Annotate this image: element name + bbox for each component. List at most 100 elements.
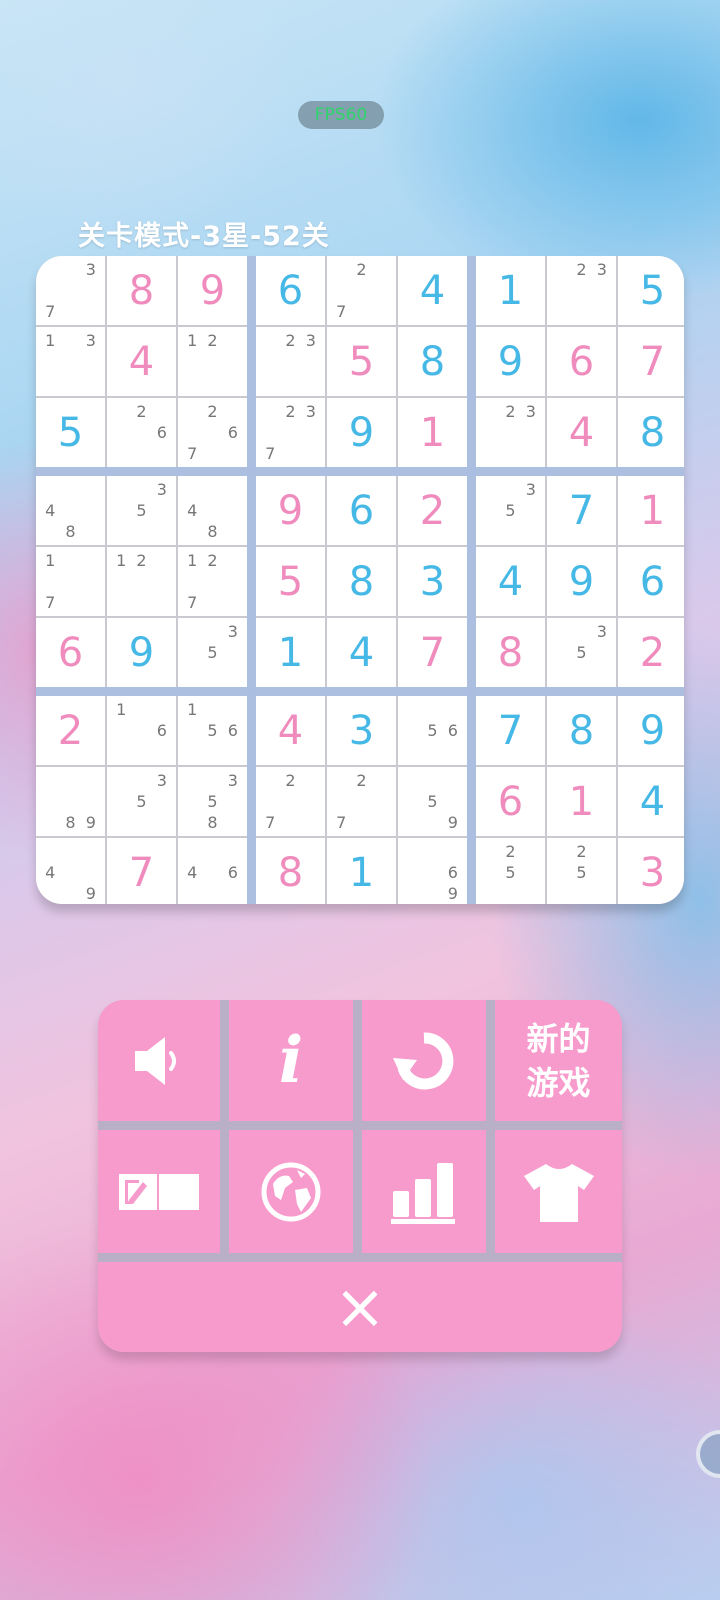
sudoku-cell-r5c5[interactable]: 8	[327, 547, 396, 616]
sudoku-cell-r6c6[interactable]: 7	[398, 618, 467, 687]
sudoku-cell-r8c3[interactable]: 35 8	[178, 767, 247, 836]
sudoku-cell-r4c8[interactable]: 7	[547, 476, 616, 545]
sudoku-cell-r5c9[interactable]: 6	[618, 547, 684, 616]
sudoku-cell-r4c7[interactable]: 35	[476, 476, 545, 545]
sudoku-cell-r4c4[interactable]: 9	[256, 476, 325, 545]
sudoku-cell-r6c1[interactable]: 6	[36, 618, 105, 687]
sudoku-cell-r8c9[interactable]: 4	[618, 767, 684, 836]
sudoku-cell-r6c8[interactable]: 35	[547, 618, 616, 687]
sudoku-cell-r9c7[interactable]: 25	[476, 838, 545, 904]
sudoku-cell-r7c2[interactable]: 16	[107, 696, 176, 765]
sudoku-cell-r1c8[interactable]: 23	[547, 256, 616, 325]
note-digit	[202, 770, 222, 791]
sudoku-cell-r4c1[interactable]: 48	[36, 476, 105, 545]
sudoku-cell-r7c3[interactable]: 156	[178, 696, 247, 765]
sudoku-cell-r3c5[interactable]: 9	[327, 398, 396, 467]
sudoku-cell-r4c3[interactable]: 48	[178, 476, 247, 545]
restart-button[interactable]	[362, 1000, 486, 1121]
sudoku-cell-r3c4[interactable]: 23 7	[256, 398, 325, 467]
sudoku-cell-r7c4[interactable]: 4	[256, 696, 325, 765]
note-digit	[202, 422, 222, 443]
sudoku-cell-r9c8[interactable]: 25	[547, 838, 616, 904]
sudoku-cell-r5c6[interactable]: 3	[398, 547, 467, 616]
sudoku-cell-r9c3[interactable]: 46	[178, 838, 247, 904]
sudoku-cell-r7c5[interactable]: 3	[327, 696, 396, 765]
sudoku-cell-r2c8[interactable]: 6	[547, 327, 616, 396]
sudoku-cell-r2c4[interactable]: 23	[256, 327, 325, 396]
sudoku-cell-r9c1[interactable]: 49	[36, 838, 105, 904]
sudoku-cell-r5c3[interactable]: 12 7	[178, 547, 247, 616]
sudoku-cell-r8c8[interactable]: 1	[547, 767, 616, 836]
close-button[interactable]: ×	[98, 1262, 622, 1352]
floating-assist-bubble[interactable]	[696, 1430, 720, 1478]
sudoku-cell-r8c4[interactable]: 27	[256, 767, 325, 836]
sudoku-cell-r1c9[interactable]: 5	[618, 256, 684, 325]
sudoku-cell-r2c2[interactable]: 4	[107, 327, 176, 396]
sudoku-cell-r1c5[interactable]: 27	[327, 256, 396, 325]
notes-button[interactable]	[98, 1130, 220, 1253]
sudoku-cell-r1c6[interactable]: 4	[398, 256, 467, 325]
note-digit	[372, 280, 392, 301]
sudoku-cell-r6c5[interactable]: 4	[327, 618, 396, 687]
sudoku-cell-r6c7[interactable]: 8	[476, 618, 545, 687]
sudoku-cell-r5c2[interactable]: 12	[107, 547, 176, 616]
sudoku-cell-r8c5[interactable]: 27	[327, 767, 396, 836]
sudoku-cell-r3c6[interactable]: 1	[398, 398, 467, 467]
sudoku-cell-r7c7[interactable]: 7	[476, 696, 545, 765]
sudoku-cell-r8c2[interactable]: 35	[107, 767, 176, 836]
sudoku-cell-r9c4[interactable]: 8	[256, 838, 325, 904]
sudoku-cell-r5c4[interactable]: 5	[256, 547, 325, 616]
sound-button[interactable]	[98, 1000, 220, 1121]
sudoku-cell-r9c6[interactable]: 69	[398, 838, 467, 904]
sudoku-cell-r1c7[interactable]: 1	[476, 256, 545, 325]
sudoku-cell-r3c9[interactable]: 8	[618, 398, 684, 467]
sudoku-cell-r5c7[interactable]: 4	[476, 547, 545, 616]
sudoku-cell-r2c3[interactable]: 12	[178, 327, 247, 396]
note-digit	[301, 443, 321, 464]
note-digit: 2	[576, 842, 587, 861]
sudoku-cell-r4c5[interactable]: 6	[327, 476, 396, 545]
sudoku-cell-r8c7[interactable]: 6	[476, 767, 545, 836]
sudoku-cell-r7c9[interactable]: 9	[618, 696, 684, 765]
sudoku-cell-r6c2[interactable]: 9	[107, 618, 176, 687]
sudoku-cell-r6c9[interactable]: 2	[618, 618, 684, 687]
sudoku-cell-r6c4[interactable]: 1	[256, 618, 325, 687]
sudoku-cell-r4c6[interactable]: 2	[398, 476, 467, 545]
sudoku-cell-r2c5[interactable]: 5	[327, 327, 396, 396]
sudoku-cell-r3c2[interactable]: 26	[107, 398, 176, 467]
sudoku-cell-r5c8[interactable]: 9	[547, 547, 616, 616]
sudoku-cell-r2c1[interactable]: 13	[36, 327, 105, 396]
new-game-button[interactable]: 新的 游戏	[495, 1000, 622, 1121]
sudoku-cell-r3c1[interactable]: 5	[36, 398, 105, 467]
note-digit: 7	[187, 593, 198, 612]
sudoku-cell-r8c6[interactable]: 59	[398, 767, 467, 836]
sudoku-cell-r9c2[interactable]: 7	[107, 838, 176, 904]
theme-button[interactable]	[495, 1130, 622, 1253]
sudoku-cell-r8c1[interactable]: 89	[36, 767, 105, 836]
sudoku-cell-r5c1[interactable]: 17	[36, 547, 105, 616]
sudoku-cell-r7c8[interactable]: 8	[547, 696, 616, 765]
note-digit	[480, 521, 500, 542]
sudoku-cell-r4c2[interactable]: 35	[107, 476, 176, 545]
sudoku-cell-r1c1[interactable]: 37	[36, 256, 105, 325]
sudoku-cell-r4c9[interactable]: 1	[618, 476, 684, 545]
language-button[interactable]	[229, 1130, 353, 1253]
sudoku-cell-r1c3[interactable]: 9	[178, 256, 247, 325]
stats-button[interactable]	[362, 1130, 486, 1253]
sudoku-cell-r3c7[interactable]: 23	[476, 398, 545, 467]
sudoku-cell-r1c4[interactable]: 6	[256, 256, 325, 325]
sudoku-cell-r3c8[interactable]: 4	[547, 398, 616, 467]
sudoku-cell-r3c3[interactable]: 26 7	[178, 398, 247, 467]
sudoku-cell-r7c6[interactable]: 56	[398, 696, 467, 765]
note-digit: 6	[227, 721, 238, 740]
sudoku-cell-r6c3[interactable]: 35	[178, 618, 247, 687]
sudoku-cell-r2c9[interactable]: 7	[618, 327, 684, 396]
info-button[interactable]: i	[229, 1000, 353, 1121]
sudoku-cell-r2c6[interactable]: 8	[398, 327, 467, 396]
sudoku-cell-r2c7[interactable]: 9	[476, 327, 545, 396]
sudoku-cell-r1c2[interactable]: 8	[107, 256, 176, 325]
note-digit	[551, 280, 571, 301]
sudoku-cell-r9c5[interactable]: 1	[327, 838, 396, 904]
sudoku-cell-r9c9[interactable]: 3	[618, 838, 684, 904]
sudoku-cell-r7c1[interactable]: 2	[36, 696, 105, 765]
